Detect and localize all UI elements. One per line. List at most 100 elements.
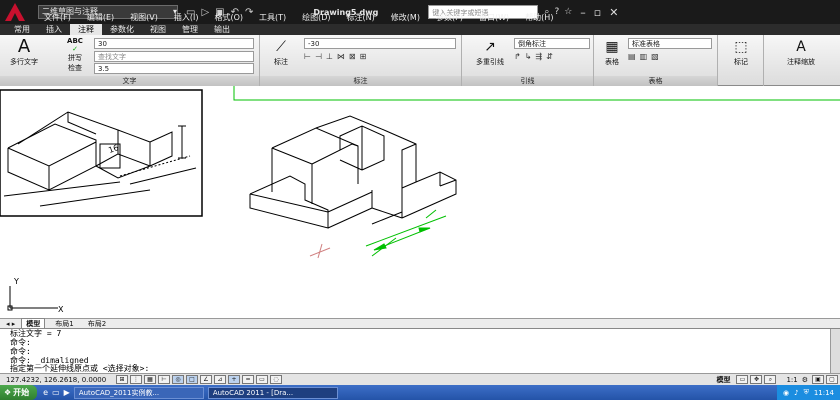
table-button[interactable]: ▦ 表格 — [598, 37, 626, 67]
command-scrollbar[interactable] — [830, 329, 840, 374]
dimension-panel: ⟋ 标注 -30 ⊢ ⊣ ⊥ ⋈ ⊠ ⊞ 标注 — [260, 35, 462, 86]
tab-annotate[interactable]: 注释 — [70, 24, 102, 35]
annotation-scale-button[interactable]: A 注释缩放 — [768, 37, 834, 67]
menu-modify[interactable]: 修改(M) — [391, 12, 420, 24]
dim-tools-row: ⊢ ⊣ ⊥ ⋈ ⊠ ⊞ — [304, 52, 366, 61]
status-bar: 127.4232, 126.2618, 0.0000 ⊞ ⋮ ▦ ⊢ ◎ □ ∠… — [0, 373, 840, 385]
dimension-button[interactable]: ⟋ 标注 — [266, 37, 296, 67]
multileader-button[interactable]: ↗ 多重引线 — [466, 37, 514, 67]
menu-tools[interactable]: 工具(T) — [259, 12, 286, 24]
snap-toggle[interactable]: ⋮ — [130, 375, 142, 384]
lwt-toggle[interactable]: ═ — [242, 375, 254, 384]
menu-file[interactable]: 文件(F) — [44, 12, 71, 24]
ucs-icon: Y X — [7, 277, 64, 314]
osnap-toggle[interactable]: □ — [186, 375, 198, 384]
text-panel-title[interactable]: 文字 — [0, 76, 259, 86]
mtext-button[interactable]: A 多行文字 — [6, 37, 42, 67]
task-tutorial[interactable]: AutoCAD_2011实例教... — [73, 386, 204, 399]
leader-tool-icon[interactable]: ⇵ — [546, 52, 553, 61]
tray-security-icon[interactable]: ⛨ — [804, 388, 809, 397]
text-height-field[interactable]: 3.5 — [94, 63, 254, 74]
leader-tool-icon[interactable]: ↱ — [514, 52, 521, 61]
drawing-canvas[interactable]: 16 Y X — [0, 86, 840, 318]
menu-parametric[interactable]: 参数(P) — [436, 12, 463, 24]
tray-network-icon[interactable]: ◉ — [783, 389, 789, 397]
windows-logo-icon: ❖ — [4, 388, 12, 397]
menu-dimension[interactable]: 标注(N) — [347, 12, 375, 24]
otrack-toggle[interactable]: ∠ — [200, 375, 212, 384]
table-label: 表格 — [605, 58, 619, 66]
tab-layout1[interactable]: 布局1 — [51, 319, 77, 329]
leader-panel-title[interactable]: 引线 — [462, 76, 593, 86]
text-style-field[interactable]: 30 — [94, 38, 254, 49]
table-tool-icon[interactable]: ▧ — [651, 52, 659, 61]
layout-nav-icon[interactable]: ◂ ▸ — [6, 320, 15, 328]
polar-toggle[interactable]: ◎ — [172, 375, 184, 384]
ducs-toggle[interactable]: ⊿ — [214, 375, 226, 384]
dim-tool-icon[interactable]: ⊢ — [304, 52, 311, 61]
spell-check-icon: ✓ — [72, 45, 78, 53]
markup-button[interactable]: ⬚ 标记 — [722, 37, 760, 67]
leader-tool-icon[interactable]: ↳ — [525, 52, 532, 61]
quicklaunch-ie-icon[interactable]: e — [43, 388, 48, 397]
task-autocad[interactable]: AutoCAD 2011 - [Dra... — [207, 386, 338, 399]
layout-icon[interactable]: ▭ — [736, 375, 749, 384]
tab-home[interactable]: 常用 — [6, 24, 38, 35]
table-style-field[interactable]: 标准表格 — [628, 38, 712, 49]
annotation-scale-label: 注释缩放 — [787, 58, 815, 66]
menu-window[interactable]: 窗口(W) — [479, 12, 509, 24]
tab-layout2[interactable]: 布局2 — [84, 319, 110, 329]
aligned-dimension[interactable] — [365, 209, 447, 257]
start-button[interactable]: ❖ 开始 — [0, 385, 38, 400]
fullscreen-icon[interactable]: ▢ — [826, 375, 838, 384]
zoom-icon[interactable]: ⌕ — [764, 375, 777, 384]
menu-format[interactable]: 格式(O) — [214, 12, 243, 24]
spell-abc: ABC — [67, 37, 83, 45]
dim-tool-icon[interactable]: ⊠ — [349, 52, 356, 61]
dimension-panel-title[interactable]: 标注 — [260, 76, 461, 86]
tab-output[interactable]: 输出 — [206, 24, 238, 35]
sc-toggle[interactable]: ◌ — [270, 375, 282, 384]
annotation-scale-readout[interactable]: 1:1 — [786, 376, 797, 384]
markup-icon: ⬚ — [734, 39, 748, 55]
tab-manage[interactable]: 管理 — [174, 24, 206, 35]
table-tool-icon[interactable]: ▥ — [640, 52, 648, 61]
menu-view[interactable]: 视图(V) — [130, 12, 158, 24]
lock-icon[interactable]: ▣ — [812, 375, 824, 384]
dim-tool-icon[interactable]: ⊣ — [315, 52, 322, 61]
workspace-gear-icon[interactable]: ⚙ — [802, 376, 808, 384]
tab-parametric[interactable]: 参数化 — [102, 24, 142, 35]
menu-draw[interactable]: 绘图(D) — [302, 12, 330, 24]
pan-icon[interactable]: ✥ — [750, 375, 763, 384]
dyn-toggle[interactable]: + — [228, 375, 240, 384]
dim-style-field[interactable]: -30 — [304, 38, 456, 49]
markup-label: 标记 — [734, 58, 748, 66]
table-panel-title[interactable]: 表格 — [594, 76, 717, 86]
menu-insert[interactable]: 插入(I) — [174, 12, 199, 24]
table-tool-icon[interactable]: ▤ — [628, 52, 636, 61]
infer-constraints-toggle[interactable]: ⊞ — [116, 375, 128, 384]
dim-tool-icon[interactable]: ⊥ — [326, 52, 333, 61]
command-history-line: 命令: — [10, 338, 31, 347]
mtext-label: 多行文字 — [10, 58, 38, 66]
quicklaunch-folder-icon[interactable]: ▭ — [52, 388, 60, 397]
tab-insert[interactable]: 插入 — [38, 24, 70, 35]
model-space-label[interactable]: 模型 — [716, 375, 730, 385]
grid-toggle[interactable]: ▦ — [144, 375, 156, 384]
qp-toggle[interactable]: ▭ — [256, 375, 268, 384]
leader-style-field[interactable]: 倒角标注 — [514, 38, 590, 49]
find-text-field[interactable]: 查找文字 — [94, 51, 254, 62]
drawing-svg[interactable]: 16 Y X — [0, 86, 840, 318]
leader-tool-icon[interactable]: ⇶ — [535, 52, 542, 61]
tab-view[interactable]: 视图 — [142, 24, 174, 35]
spell-check-button[interactable]: ABC ✓ 拼写检查 — [60, 37, 90, 73]
quicklaunch-media-icon[interactable]: ▶ — [64, 388, 70, 397]
dim-tool-icon[interactable]: ⋈ — [337, 52, 345, 61]
isometric-model[interactable] — [249, 115, 457, 229]
dim-tool-icon[interactable]: ⊞ — [360, 52, 367, 61]
menu-edit[interactable]: 编辑(E) — [87, 12, 114, 24]
ortho-toggle[interactable]: ⊢ — [158, 375, 170, 384]
coordinates-readout: 127.4232, 126.2618, 0.0000 — [6, 375, 107, 384]
menu-help[interactable]: 帮助(H) — [525, 12, 553, 24]
tray-volume-icon[interactable]: ♪ — [794, 389, 798, 397]
